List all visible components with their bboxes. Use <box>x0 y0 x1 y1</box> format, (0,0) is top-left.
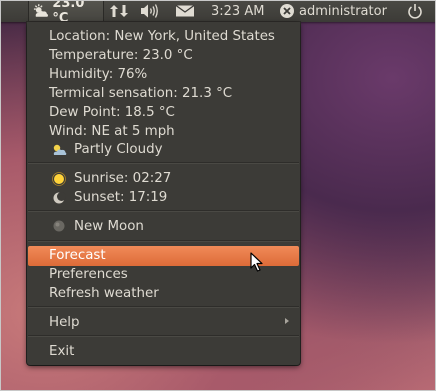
menu-forecast[interactable]: Forecast <box>49 246 106 265</box>
volume-icon <box>141 4 158 18</box>
menu-detail-temperature[interactable]: Temperature: 23.0 °C <box>49 46 193 65</box>
partly-cloudy-icon <box>53 144 67 155</box>
menu-preferences[interactable]: Preferences <box>49 265 128 284</box>
weather-indicator[interactable]: 23.0 °C <box>28 0 104 26</box>
submenu-arrow-icon <box>285 318 289 324</box>
moon-icon <box>53 192 66 204</box>
envelope-icon <box>175 4 195 17</box>
messaging-indicator[interactable] <box>175 0 195 22</box>
menu-detail-location[interactable]: Location: New York, United States <box>49 27 275 46</box>
menu-moon-phase[interactable]: New Moon <box>74 217 144 236</box>
partly-cloudy-icon <box>33 4 49 17</box>
network-indicator[interactable] <box>110 0 128 22</box>
menu-sunset[interactable]: Sunset: 17:19 <box>74 188 167 207</box>
user-menu[interactable]: administrator <box>279 0 387 22</box>
volume-indicator[interactable] <box>140 0 160 22</box>
menu-detail-dew-point[interactable]: Dew Point: 18.5 °C <box>49 103 175 122</box>
clock[interactable]: 3:23 AM <box>211 0 264 22</box>
menu-separator <box>28 335 299 337</box>
network-updown-icon <box>110 5 128 17</box>
menu-detail-humidity[interactable]: Humidity: 76% <box>49 65 147 84</box>
menu-detail-sensation[interactable]: Termical sensation: 21.3 °C <box>49 84 232 103</box>
menu-exit[interactable]: Exit <box>49 342 74 361</box>
username: administrator <box>299 3 387 19</box>
sun-icon <box>52 172 66 186</box>
menu-separator <box>28 162 299 164</box>
new-moon-icon <box>53 220 65 232</box>
menu-help[interactable]: Help <box>49 313 80 332</box>
power-icon <box>408 4 422 19</box>
menu-separator <box>28 306 299 308</box>
menu-detail-wind[interactable]: Wind: NE at 5 mph <box>49 122 175 141</box>
mouse-pointer-icon <box>250 252 263 272</box>
menu-separator <box>28 210 299 212</box>
clock-text: 3:23 AM <box>211 3 265 19</box>
menu-refresh-weather[interactable]: Refresh weather <box>49 284 159 303</box>
top-panel: 23.0 °C 3:23 AM administrator <box>0 0 436 26</box>
session-menu[interactable] <box>407 0 423 22</box>
menu-separator <box>28 240 299 242</box>
user-status-icon <box>280 4 294 18</box>
menu-sunrise[interactable]: Sunrise: 02:27 <box>74 169 171 188</box>
weather-menu: Location: New York, United States Temper… <box>27 22 300 365</box>
menu-condition[interactable]: Partly Cloudy <box>74 140 163 159</box>
